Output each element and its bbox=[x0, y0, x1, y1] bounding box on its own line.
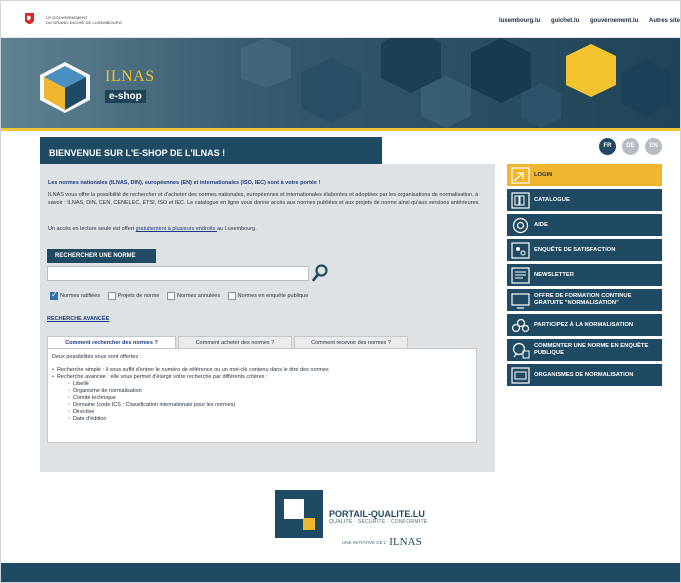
filter-drafts-label: Projets de norme bbox=[117, 293, 160, 299]
menu-item-aide[interactable]: AIDE bbox=[507, 214, 662, 236]
menu-label-training: OFFRE DE FORMATION CONTINUE GRATUITE "NO… bbox=[534, 293, 632, 306]
ilnas-logo-icon[interactable] bbox=[38, 60, 93, 115]
checkbox-cancelled[interactable] bbox=[167, 292, 175, 300]
panel-advanced-search-text: Recherche avancée : elle vous permet d'é… bbox=[56, 374, 268, 380]
menu-label-aide: AIDE bbox=[534, 221, 548, 228]
newsletter-icon bbox=[511, 266, 530, 284]
participate-icon bbox=[511, 318, 530, 332]
menu-item-login[interactable]: LOGIN bbox=[507, 164, 662, 186]
criterion-item: Directive bbox=[52, 409, 472, 416]
search-icon[interactable] bbox=[312, 264, 328, 282]
filter-cancelled-label: Normes annulées bbox=[177, 293, 221, 299]
footer-bar bbox=[1, 563, 680, 582]
panel-simple-search-text: Recherche simple : il vous suffit d'entr… bbox=[56, 367, 329, 373]
initiative-label: UNE INITIATIVE DE L' ILNAS bbox=[342, 536, 422, 548]
brand-block[interactable]: ILNAS e-shop bbox=[105, 68, 155, 104]
filter-public-enquiry-label: Normes en enquête publique bbox=[237, 293, 309, 299]
menu-item-catalogue[interactable]: CATALOGUE bbox=[507, 189, 662, 211]
main-content: Les normes nationales (ILNAS, DIN), euro… bbox=[40, 164, 495, 472]
link-luxembourg[interactable]: luxembourg.lu bbox=[499, 18, 540, 24]
filter-ratified[interactable]: Normes ratifiées bbox=[50, 290, 101, 300]
menu-item-training[interactable]: OFFRE DE FORMATION CONTINUE GRATUITE "NO… bbox=[507, 289, 662, 311]
menu-item-organizations[interactable]: ORGANISMES DE NORMALISATION bbox=[507, 364, 662, 386]
menu-label-catalogue: CATALOGUE bbox=[534, 196, 570, 203]
login-icon bbox=[511, 166, 530, 184]
survey-icon bbox=[511, 241, 530, 259]
link-other-sites[interactable]: Autres site bbox=[649, 18, 680, 24]
brand-shop-label: e-shop bbox=[105, 90, 146, 103]
free-access-text: Un accès en lecture seule est offert gra… bbox=[48, 226, 257, 232]
language-en-button[interactable]: EN bbox=[645, 138, 662, 155]
training-icon bbox=[511, 292, 530, 309]
portail-qualite-subtitle: QUALITÉ · SÉCURITÉ · CONFORMITÉ bbox=[329, 519, 428, 525]
menu-label-survey: ENQUÊTE DE SATISFACTION bbox=[534, 246, 616, 253]
government-title[interactable]: LE GOUVERNEMENT DU GRAND-DUCHÉ DE LUXEMB… bbox=[46, 15, 122, 25]
comment-icon bbox=[512, 342, 530, 358]
menu-label-participate: PARTICIPEZ À LA NORMALISATION bbox=[534, 321, 634, 328]
panel-advanced-search: Recherche avancée : elle vous permet d'é… bbox=[52, 374, 472, 381]
intro-title: Les normes nationales (ILNAS, DIN), euro… bbox=[48, 180, 321, 186]
menu-label-login: LOGIN bbox=[534, 171, 553, 178]
menu-item-comment[interactable]: COMMENTER UNE NORME EN ENQUÊTE PUBLIQUE bbox=[507, 339, 662, 361]
language-de-button[interactable]: DE bbox=[622, 138, 639, 155]
help-icon bbox=[512, 217, 529, 233]
link-gouvernement[interactable]: gouvernement.lu bbox=[590, 18, 638, 24]
criterion-text: Organisme de normalisation bbox=[72, 388, 142, 394]
free-access-link[interactable]: gratuitement à plusieurs endroits bbox=[136, 226, 217, 232]
header-banner: ILNAS e-shop bbox=[1, 38, 680, 128]
advanced-search-link[interactable]: RECHERCHE AVANCÉE bbox=[47, 316, 109, 322]
catalogue-icon bbox=[511, 191, 530, 209]
panel-intro: Deux possibilités vous sont offertes : bbox=[52, 354, 142, 360]
government-title-line2: DU GRAND-DUCHÉ DE LUXEMBOURG bbox=[46, 20, 122, 25]
tab-how-to-receive[interactable]: Comment recevoir des normes ? bbox=[294, 336, 408, 348]
criterion-text: Comité technique bbox=[72, 395, 116, 401]
criterion-text: Domaine (code ICS : Classification inter… bbox=[72, 402, 236, 408]
banner-hexagon-pattern bbox=[241, 38, 671, 128]
government-lion-icon[interactable] bbox=[23, 12, 36, 27]
filter-public-enquiry[interactable]: Normes en enquête publique bbox=[227, 292, 309, 300]
initiative-brand: ILNAS bbox=[389, 536, 422, 548]
government-bar: LE GOUVERNEMENT DU GRAND-DUCHÉ DE LUXEMB… bbox=[1, 1, 680, 38]
brand-name: ILNAS bbox=[105, 68, 155, 85]
checkbox-drafts[interactable] bbox=[107, 292, 116, 300]
external-links: luxembourg.lu guichet.lu gouvernement.lu… bbox=[490, 18, 680, 24]
initiative-text: UNE INITIATIVE DE L' bbox=[342, 539, 388, 545]
organizations-icon bbox=[511, 366, 530, 384]
criterion-text: Directive bbox=[72, 409, 95, 415]
checkbox-public-enquiry[interactable] bbox=[227, 292, 236, 300]
tab-how-to-buy[interactable]: Comment acheter des normes ? bbox=[178, 336, 292, 348]
filter-cancelled[interactable]: Normes annulées bbox=[167, 292, 220, 300]
panel-list: Recherche simple : il vous suffit d'entr… bbox=[52, 367, 472, 423]
criterion-text: Date d'édition bbox=[72, 416, 107, 422]
portail-qualite-logo-icon[interactable] bbox=[275, 490, 323, 538]
criterion-item: Date d'édition bbox=[52, 416, 472, 423]
criterion-item: Libellé bbox=[52, 381, 472, 388]
filter-drafts[interactable]: Projets de norme bbox=[107, 292, 160, 300]
criterion-item: Organisme de normalisation bbox=[52, 388, 472, 395]
filter-ratified-label: Normes ratifiées bbox=[60, 293, 101, 299]
menu-label-newsletter: NEWSLETTER bbox=[534, 271, 574, 278]
search-input[interactable] bbox=[47, 266, 309, 281]
portail-qualite-title[interactable]: PORTAIL-QUALITE.LU bbox=[329, 509, 425, 519]
tab-panel: Deux possibilités vous sont offertes : R… bbox=[47, 348, 477, 443]
menu-label-comment: COMMENTER UNE NORME EN ENQUÊTE PUBLIQUE bbox=[534, 343, 649, 356]
menu-item-newsletter[interactable]: NEWSLETTER bbox=[507, 264, 662, 286]
checkbox-ratified[interactable] bbox=[50, 290, 58, 300]
panel-simple-search: Recherche simple : il vous suffit d'entr… bbox=[52, 367, 472, 374]
free-access-after: au Luxembourg. bbox=[216, 226, 257, 232]
banner-divider bbox=[1, 128, 680, 131]
search-filters: Normes ratifiées Projets de norme Normes… bbox=[50, 290, 314, 302]
intro-text: ILNAS vous offre la possibilité de reche… bbox=[48, 192, 480, 206]
menu-label-organizations: ORGANISMES DE NORMALISATION bbox=[534, 371, 634, 378]
free-access-before: Un accès en lecture seule est offert bbox=[48, 226, 136, 232]
criterion-item: Comité technique bbox=[52, 395, 472, 402]
page-title: BIENVENUE SUR L'E-SHOP DE L'ILNAS ! bbox=[40, 137, 382, 164]
link-guichet[interactable]: guichet.lu bbox=[551, 18, 579, 24]
criterion-text: Libellé bbox=[72, 381, 89, 387]
criterion-item: Domaine (code ICS : Classification inter… bbox=[52, 402, 472, 409]
menu-item-survey[interactable]: ENQUÊTE DE SATISFACTION bbox=[507, 239, 662, 261]
menu-item-participate[interactable]: PARTICIPEZ À LA NORMALISATION bbox=[507, 314, 662, 336]
language-fr-button[interactable]: FR bbox=[599, 138, 616, 155]
search-label: RECHERCHER UNE NORME bbox=[47, 249, 156, 263]
